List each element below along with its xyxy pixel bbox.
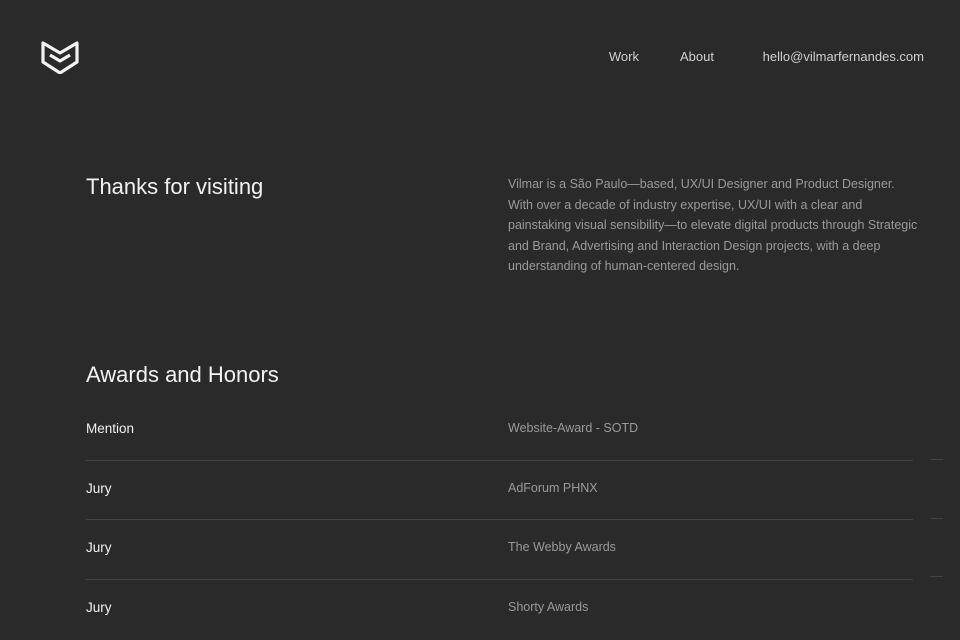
awards-title: Awards and Honors [86,362,279,387]
award-role: Mention [86,421,135,436]
divider-edge-mark [930,576,943,577]
award-name: AdForum PHNX [508,480,598,495]
award-name: The Webby Awards [508,540,616,554]
page: Work About hello@vilmarfernandes.com Tha… [0,0,960,640]
logo-icon[interactable] [41,40,79,74]
award-role: Jury [86,540,112,555]
divider-edge-mark [930,459,943,460]
shield-chevron-icon [41,41,79,74]
nav-work-link[interactable]: Work [609,48,639,66]
awards-list: Mention Website-Award - SOTD Jury AdForu… [86,401,913,638]
intro-text: Vilmar is a São Paulo—based, UX/UI Desig… [508,177,918,274]
nav-email-link[interactable]: hello@vilmarfernandes.com [763,48,924,66]
award-row: Mention Website-Award - SOTD [86,401,913,461]
divider-edge-mark [930,518,943,519]
nav-about-link[interactable]: About [680,48,714,66]
award-row: Jury AdForum PHNX [86,461,913,520]
award-role: Jury [86,480,112,496]
intro-title: Thanks for visiting [86,174,264,199]
award-role: Jury [86,599,112,615]
award-name: Shorty Awards [508,599,589,614]
award-name: Website-Award - SOTD [508,421,639,435]
award-row: Jury The Webby Awards [86,520,913,580]
award-row: Jury Shorty Awards [86,580,913,639]
